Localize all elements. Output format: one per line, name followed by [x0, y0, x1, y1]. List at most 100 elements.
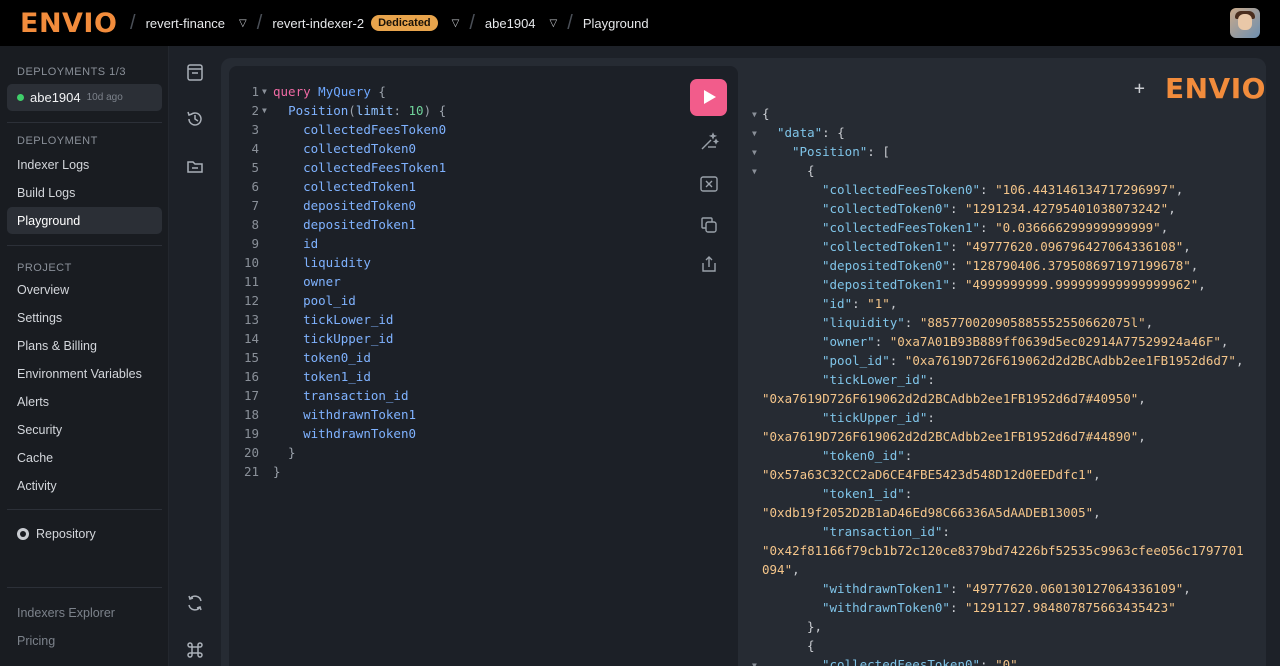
result-field-row: "depositedToken0": "128790406.3795086971… — [822, 258, 1199, 273]
prettify-wand-icon[interactable] — [699, 132, 719, 152]
nav-plans-billing[interactable]: Plans & Billing — [7, 332, 162, 359]
refresh-schema-icon[interactable] — [185, 593, 205, 613]
fold-toggle-icon[interactable]: ▼ — [752, 167, 757, 176]
deployment-age: 10d ago — [86, 92, 123, 103]
copy-query-icon[interactable] — [699, 215, 719, 235]
query-line-21: } — [273, 464, 281, 479]
result-object-close: }, — [807, 619, 823, 634]
breadcrumb-separator: / — [567, 11, 573, 34]
query-field: collectedToken0 — [303, 141, 416, 156]
docs-icon[interactable] — [185, 62, 205, 82]
nav-overview[interactable]: Overview — [7, 276, 162, 303]
divider — [7, 509, 162, 510]
line-number: 12 — [243, 293, 259, 308]
fold-toggle-icon[interactable]: ▼ — [752, 661, 757, 666]
line-number: 1 — [251, 84, 259, 99]
line-number: 5 — [251, 160, 259, 175]
query-editor[interactable]: 1 2 3 4 5 6 7 8 9 10 11 12 13 14 15 16 17 18 19 20 21 ▼ ▼ qu… — [229, 66, 738, 666]
deployment-name: abe1904 — [30, 90, 81, 105]
share-query-icon[interactable] — [699, 254, 719, 274]
query-field: tickLower_id — [303, 312, 394, 327]
nav-environment-variables[interactable]: Environment Variables — [7, 360, 162, 387]
breadcrumb-indexer[interactable]: revert-indexer-2 — [272, 16, 364, 31]
main-area: 1 2 3 4 5 6 7 8 9 10 11 12 13 14 15 16 17 18 19 20 21 ▼ ▼ qu… — [169, 46, 1280, 666]
fold-toggle-icon[interactable]: ▼ — [752, 110, 757, 119]
nav-indexer-logs[interactable]: Indexer Logs — [7, 151, 162, 178]
indexer-dropdown-icon[interactable]: ▽ — [452, 18, 460, 29]
query-field: token1_id — [303, 369, 371, 384]
line-number: 11 — [243, 274, 259, 289]
line-number: 8 — [251, 217, 259, 232]
line-number: 18 — [243, 407, 259, 422]
query-field: pool_id — [303, 293, 356, 308]
playground-panel: 1 2 3 4 5 6 7 8 9 10 11 12 13 14 15 16 17 18 19 20 21 ▼ ▼ qu… — [221, 58, 1266, 666]
history-icon[interactable] — [185, 109, 205, 129]
query-field: transaction_id — [303, 388, 409, 403]
result-field-row: "collectedToken0": "1291234.427954010380… — [822, 201, 1176, 216]
nav-repository[interactable]: Repository — [7, 520, 162, 547]
result-field-row: "collectedFeesToken1": "0.03666629999999… — [822, 220, 1169, 235]
query-field: collectedFeesToken1 — [303, 160, 447, 175]
result-field-key: "tickUpper_id": — [822, 410, 935, 425]
result-field-key: "tickLower_id": — [822, 372, 935, 387]
envio-logo[interactable]: ENVIO — [20, 8, 120, 39]
merge-fragments-icon[interactable] — [699, 174, 719, 194]
nav-activity[interactable]: Activity — [7, 472, 162, 499]
deployment-selector[interactable]: abe1904 10d ago — [7, 84, 162, 111]
line-number: 9 — [251, 236, 259, 251]
fold-toggle-icon[interactable]: ▼ — [752, 148, 757, 157]
line-number: 7 — [251, 198, 259, 213]
result-field-key: "token0_id": — [822, 448, 913, 463]
query-field: collectedFeesToken0 — [303, 122, 447, 137]
envio-watermark-logo: ENVIO — [1165, 72, 1266, 105]
line-number: 16 — [243, 369, 259, 384]
nav-alerts[interactable]: Alerts — [7, 388, 162, 415]
breadcrumb-separator: / — [469, 11, 475, 34]
result-field-value: "0xa7619D726F619062d2d2BCAdbb2ee1FB1952d… — [762, 429, 1146, 444]
nav-security[interactable]: Security — [7, 416, 162, 443]
fold-toggle-icon[interactable]: ▼ — [262, 87, 267, 96]
breadcrumb-page: Playground — [582, 15, 649, 31]
result-field-value: "0xdb19f2052D2B1aD46Ed98C66336A5dAADEB13… — [762, 505, 1101, 520]
nav-pricing[interactable]: Pricing — [7, 627, 162, 654]
run-query-button[interactable] — [690, 79, 727, 116]
line-number: 14 — [243, 331, 259, 346]
status-dot-icon — [17, 94, 24, 101]
result-object-open: { — [807, 163, 815, 178]
explorer-folder-icon[interactable] — [185, 156, 205, 176]
query-field: collectedToken1 — [303, 179, 416, 194]
shortcuts-command-icon[interactable] — [185, 640, 205, 660]
result-field-key: "token1_id": — [822, 486, 913, 501]
divider — [7, 587, 162, 588]
new-tab-button[interactable]: + — [1134, 78, 1145, 99]
nav-playground[interactable]: Playground — [7, 207, 162, 234]
user-avatar[interactable] — [1230, 8, 1260, 38]
nav-build-logs[interactable]: Build Logs — [7, 179, 162, 206]
line-number: 15 — [243, 350, 259, 365]
query-line-1: query MyQuery { — [273, 84, 386, 99]
result-open-brace: { — [762, 106, 770, 121]
deployment-dropdown-icon[interactable]: ▽ — [550, 18, 558, 29]
project-section-label: PROJECT — [17, 262, 72, 274]
nav-cache[interactable]: Cache — [7, 444, 162, 471]
nav-settings[interactable]: Settings — [7, 304, 162, 331]
breadcrumb-deployment[interactable]: abe1904 — [485, 16, 536, 31]
org-dropdown-icon[interactable]: ▽ — [239, 18, 247, 29]
sidebar: DEPLOYMENTS 1/3 abe1904 10d ago DEPLOYME… — [0, 46, 169, 666]
result-field-row: "liquidity": "88577002090588555255066207… — [822, 315, 1154, 330]
line-number: 3 — [251, 122, 259, 137]
nav-indexers-explorer[interactable]: Indexers Explorer — [7, 599, 162, 626]
fold-toggle-icon[interactable]: ▼ — [752, 129, 757, 138]
result-field-row: "withdrawnToken0": "1291127.984807875663… — [822, 600, 1176, 615]
top-bar: ENVIO / revert-finance ▽ / revert-indexe… — [0, 0, 1280, 46]
query-field: withdrawnToken1 — [303, 407, 416, 422]
result-field-row: "collectedFeesToken0": "106.443146134717… — [822, 182, 1184, 197]
fold-toggle-icon[interactable]: ▼ — [262, 106, 267, 115]
result-position-key: "Position": [ — [792, 144, 890, 159]
line-number: 10 — [243, 255, 259, 270]
deployment-section-label: DEPLOYMENT — [17, 135, 98, 147]
result-viewer[interactable]: + ENVIO ▼ ▼ ▼ ▼ ▼ { "data": { "Position"… — [738, 66, 1266, 666]
breadcrumb-org[interactable]: revert-finance — [146, 16, 225, 31]
query-field: token0_id — [303, 350, 371, 365]
result-data-key: "data": { — [777, 125, 845, 140]
